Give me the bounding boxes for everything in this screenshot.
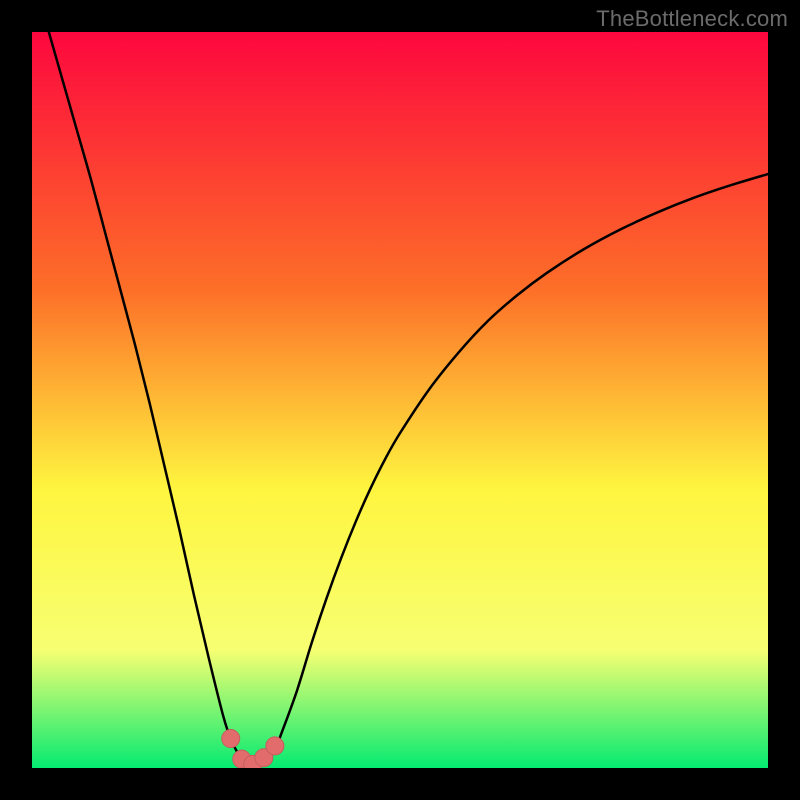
gradient-background xyxy=(32,32,768,768)
chart-frame: TheBottleneck.com xyxy=(0,0,800,800)
watermark-text: TheBottleneck.com xyxy=(596,6,788,32)
curve-marker-dot xyxy=(222,730,240,748)
plot-area xyxy=(32,32,768,768)
chart-svg xyxy=(32,32,768,768)
curve-marker-dot xyxy=(266,737,284,755)
